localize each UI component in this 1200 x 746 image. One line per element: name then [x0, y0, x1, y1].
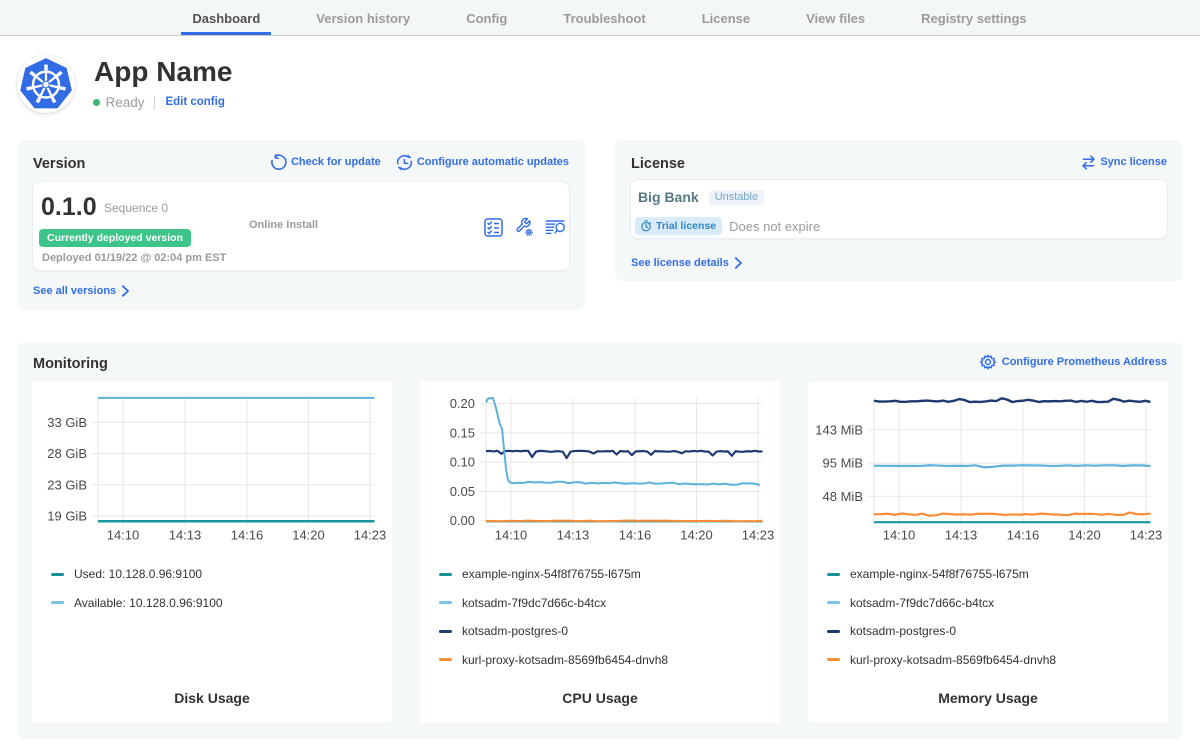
svg-text:143 MiB: 143 MiB [815, 422, 863, 437]
svg-text:14:20: 14:20 [292, 528, 325, 543]
svg-text:14:20: 14:20 [680, 528, 713, 543]
svg-text:14:23: 14:23 [1130, 528, 1163, 543]
svg-text:23 GiB: 23 GiB [47, 477, 87, 492]
svg-text:14:13: 14:13 [557, 528, 590, 543]
svg-text:95 MiB: 95 MiB [823, 456, 863, 471]
svg-text:33 GiB: 33 GiB [47, 415, 87, 430]
svg-text:0.05: 0.05 [450, 484, 475, 499]
svg-text:14:13: 14:13 [945, 528, 978, 543]
svg-text:19 GiB: 19 GiB [47, 509, 87, 524]
svg-text:14:23: 14:23 [742, 528, 775, 543]
svg-text:14:10: 14:10 [883, 528, 916, 543]
svg-text:14:16: 14:16 [619, 528, 652, 543]
svg-text:0.00: 0.00 [450, 513, 475, 528]
svg-text:0.20: 0.20 [450, 396, 475, 411]
svg-text:48 MiB: 48 MiB [823, 489, 863, 504]
svg-text:14:20: 14:20 [1068, 528, 1101, 543]
svg-text:28 GiB: 28 GiB [47, 446, 87, 461]
svg-text:14:13: 14:13 [169, 528, 202, 543]
svg-text:14:16: 14:16 [1007, 528, 1040, 543]
svg-text:0.15: 0.15 [450, 425, 475, 440]
svg-text:0.10: 0.10 [450, 455, 475, 470]
svg-text:14:10: 14:10 [495, 528, 528, 543]
svg-text:14:23: 14:23 [354, 528, 387, 543]
svg-text:14:10: 14:10 [107, 528, 140, 543]
svg-text:14:16: 14:16 [231, 528, 264, 543]
